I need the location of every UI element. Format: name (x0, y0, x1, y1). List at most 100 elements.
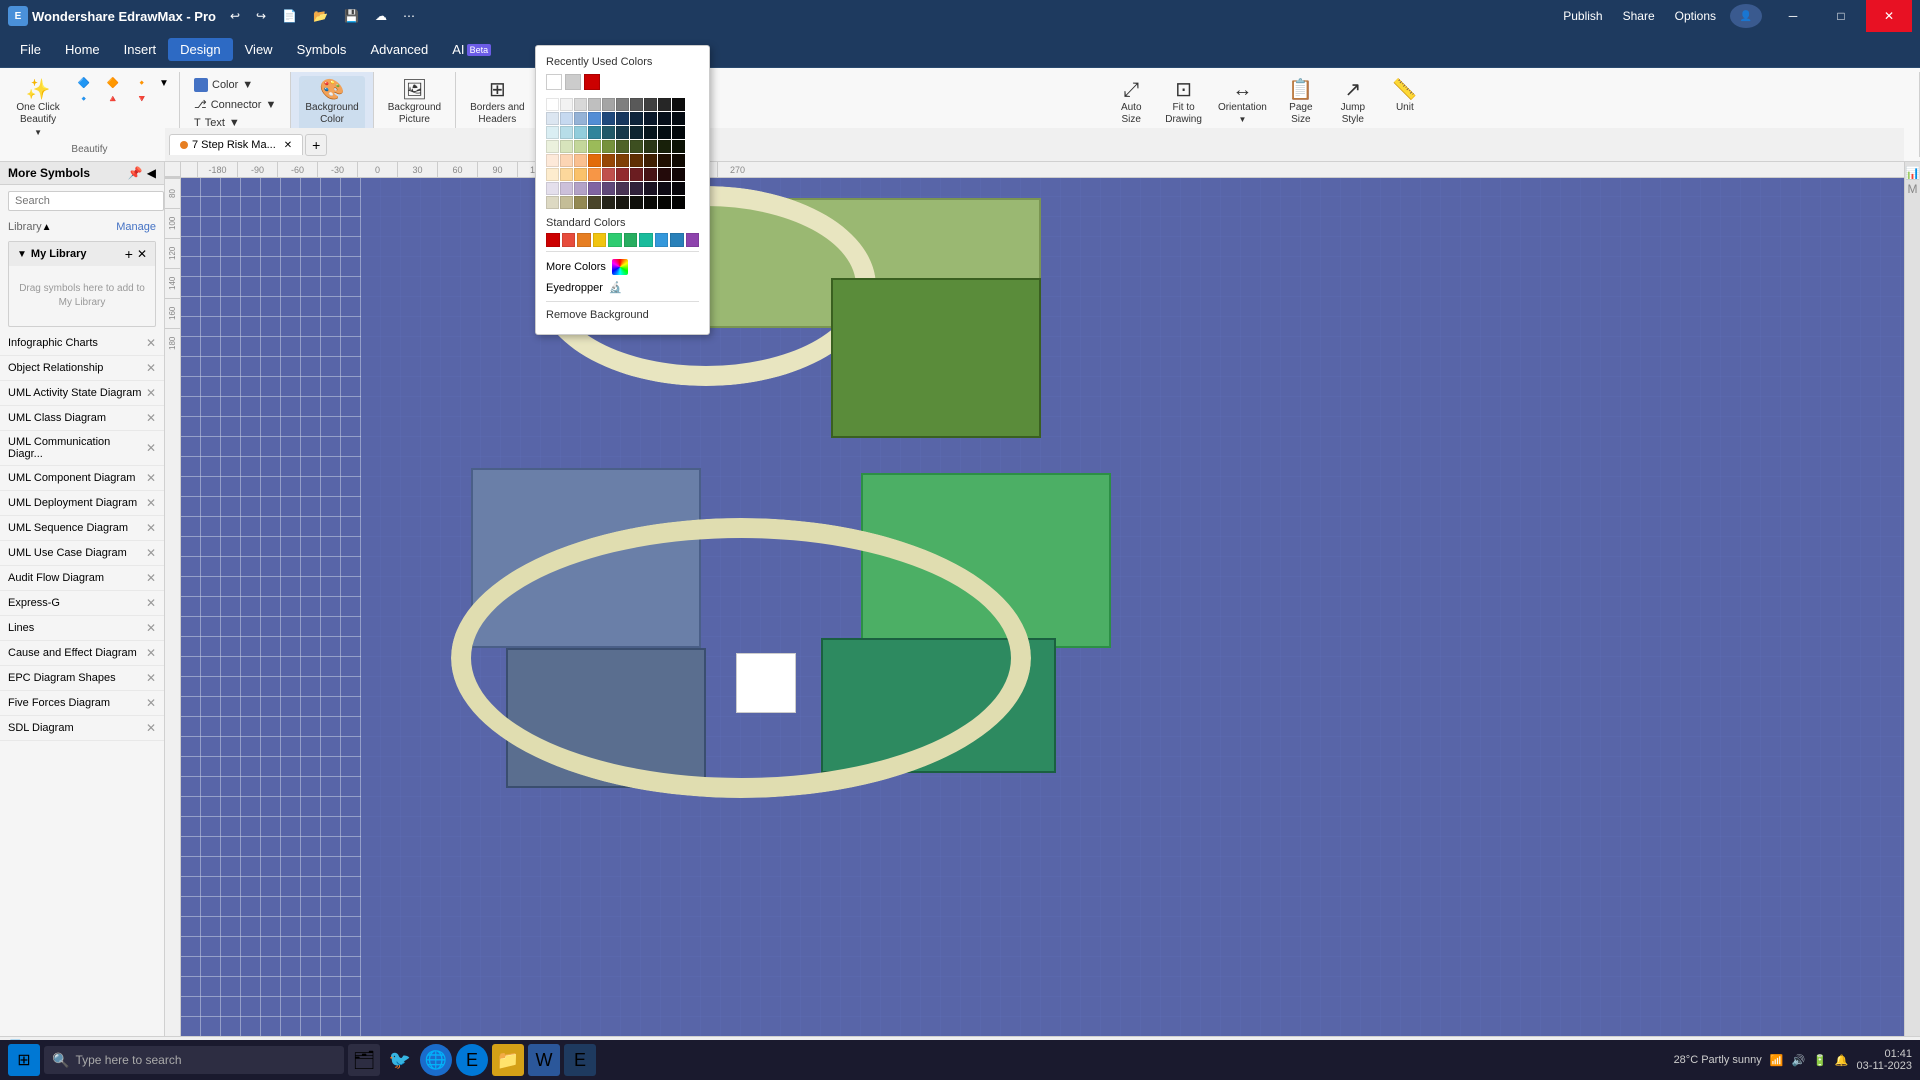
cp-color-cell[interactable] (658, 112, 671, 125)
sidebar-item-object-relationship[interactable]: Object Relationship ✕ (0, 356, 164, 381)
cp-color-cell[interactable] (588, 154, 601, 167)
cp-color-cell[interactable] (546, 112, 559, 125)
cp-color-cell[interactable] (672, 154, 685, 167)
manage-label[interactable]: Manage (116, 221, 156, 233)
cp-color-cell[interactable] (602, 168, 615, 181)
cp-color-cell[interactable] (546, 126, 559, 139)
symbol-close-icon[interactable]: ✕ (146, 671, 156, 685)
taskbar-notification-icon[interactable]: 🔔 (1835, 1054, 1849, 1067)
cp-recent-white[interactable] (546, 74, 562, 90)
cp-std-color-cell[interactable] (624, 233, 638, 247)
cp-color-cell[interactable] (644, 140, 657, 153)
cp-color-cell[interactable] (630, 126, 643, 139)
open-button[interactable]: 📂 (307, 7, 334, 25)
menu-view[interactable]: View (233, 38, 285, 61)
cp-color-cell[interactable] (602, 182, 615, 195)
cp-color-cell[interactable] (560, 140, 573, 153)
cp-std-color-cell[interactable] (655, 233, 669, 247)
cp-color-cell[interactable] (616, 112, 629, 125)
connector-button[interactable]: ⎇ Connector ▼ (188, 96, 282, 113)
taskbar-app-windows[interactable]: 🗂 (348, 1044, 380, 1076)
cp-color-cell[interactable] (560, 168, 573, 181)
cp-std-color-cell[interactable] (639, 233, 653, 247)
cp-std-color-cell[interactable] (686, 233, 700, 247)
symbol-close-icon[interactable]: ✕ (146, 411, 156, 425)
one-click-beautify-button[interactable]: ✨ One ClickBeautify ▼ (8, 76, 68, 141)
cp-color-cell[interactable] (602, 126, 615, 139)
share-button[interactable]: Share (1617, 7, 1661, 25)
cp-color-cell[interactable] (560, 98, 573, 111)
taskbar-app-edraw[interactable]: E (564, 1044, 596, 1076)
taskbar-app-browser[interactable]: 🌐 (420, 1044, 452, 1076)
cp-color-cell[interactable] (574, 98, 587, 111)
cp-color-cell[interactable] (588, 182, 601, 195)
cp-color-cell[interactable] (672, 126, 685, 139)
symbol-close-icon[interactable]: ✕ (146, 441, 156, 455)
diagram-canvas[interactable] (181, 178, 1904, 1036)
cp-color-cell[interactable] (588, 196, 601, 209)
cp-color-cell[interactable] (560, 126, 573, 139)
cp-color-cell[interactable] (602, 196, 615, 209)
cp-color-cell[interactable] (616, 182, 629, 195)
cp-color-cell[interactable] (602, 98, 615, 111)
cp-recent-gray[interactable] (565, 74, 581, 90)
cp-color-cell[interactable] (546, 154, 559, 167)
sidebar-item-uml-communication[interactable]: UML Communication Diagr... ✕ (0, 431, 164, 466)
sidebar-item-audit-flow[interactable]: Audit Flow Diagram ✕ (0, 566, 164, 591)
cp-color-cell[interactable] (616, 98, 629, 111)
maximize-button[interactable]: □ (1818, 0, 1864, 32)
cp-color-cell[interactable] (630, 98, 643, 111)
cp-color-cell[interactable] (588, 168, 601, 181)
sidebar-item-uml-class[interactable]: UML Class Diagram ✕ (0, 406, 164, 431)
sidebar-item-uml-sequence[interactable]: UML Sequence Diagram ✕ (0, 516, 164, 541)
cp-color-cell[interactable] (644, 154, 657, 167)
sidebar-pin-icon[interactable]: 📌 (128, 166, 143, 180)
cp-color-cell[interactable] (644, 196, 657, 209)
symbol-close-icon[interactable]: ✕ (146, 386, 156, 400)
beautify-style-3[interactable]: 🔸 (128, 76, 156, 91)
cp-color-cell[interactable] (672, 112, 685, 125)
cp-color-cell[interactable] (588, 98, 601, 111)
unit-button[interactable]: 📏 Unit (1381, 76, 1429, 117)
cp-color-cell[interactable] (644, 112, 657, 125)
cp-color-cell[interactable] (588, 112, 601, 125)
symbol-close-icon[interactable]: ✕ (146, 696, 156, 710)
orientation-button[interactable]: ↔ Orientation ▼ (1212, 76, 1273, 128)
cp-color-cell[interactable] (644, 126, 657, 139)
cloud-button[interactable]: ☁ (369, 7, 393, 25)
cp-recent-red[interactable] (584, 74, 600, 90)
sidebar-item-sdl-diagram[interactable]: SDL Diagram ✕ (0, 716, 164, 741)
cp-color-cell[interactable] (574, 196, 587, 209)
cp-color-cell[interactable] (630, 140, 643, 153)
menu-ai[interactable]: AI Beta (440, 38, 503, 61)
cp-color-cell[interactable] (616, 126, 629, 139)
cp-color-cell[interactable] (574, 168, 587, 181)
my-library-add-icon[interactable]: + (125, 246, 133, 262)
cp-std-color-cell[interactable] (546, 233, 560, 247)
symbol-close-icon[interactable]: ✕ (146, 646, 156, 660)
symbol-close-icon[interactable]: ✕ (146, 546, 156, 560)
sidebar-item-uml-deployment[interactable]: UML Deployment Diagram ✕ (0, 491, 164, 516)
sidebar-item-cause-effect[interactable]: Cause and Effect Diagram ✕ (0, 641, 164, 666)
cp-color-cell[interactable] (658, 154, 671, 167)
cp-color-cell[interactable] (546, 168, 559, 181)
cp-color-cell[interactable] (630, 182, 643, 195)
cp-color-cell[interactable] (560, 112, 573, 125)
symbol-close-icon[interactable]: ✕ (146, 621, 156, 635)
save-button[interactable]: 💾 (338, 7, 365, 25)
cp-color-cell[interactable] (602, 112, 615, 125)
cp-color-cell[interactable] (672, 140, 685, 153)
undo-button[interactable]: ↩ (224, 7, 246, 25)
cp-color-cell[interactable] (644, 98, 657, 111)
sidebar-item-uml-activity[interactable]: UML Activity State Diagram ✕ (0, 381, 164, 406)
user-avatar[interactable]: 👤 (1730, 4, 1762, 28)
tab-close-icon[interactable]: ✕ (284, 140, 292, 151)
panel-icon-2[interactable]: M (1908, 182, 1918, 196)
cp-color-cell[interactable] (630, 196, 643, 209)
menu-design[interactable]: Design (168, 38, 232, 61)
taskbar-app-edge[interactable]: E (456, 1044, 488, 1076)
cp-color-cell[interactable] (630, 112, 643, 125)
cp-color-cell[interactable] (560, 196, 573, 209)
cp-color-cell[interactable] (658, 126, 671, 139)
symbol-close-icon[interactable]: ✕ (146, 336, 156, 350)
